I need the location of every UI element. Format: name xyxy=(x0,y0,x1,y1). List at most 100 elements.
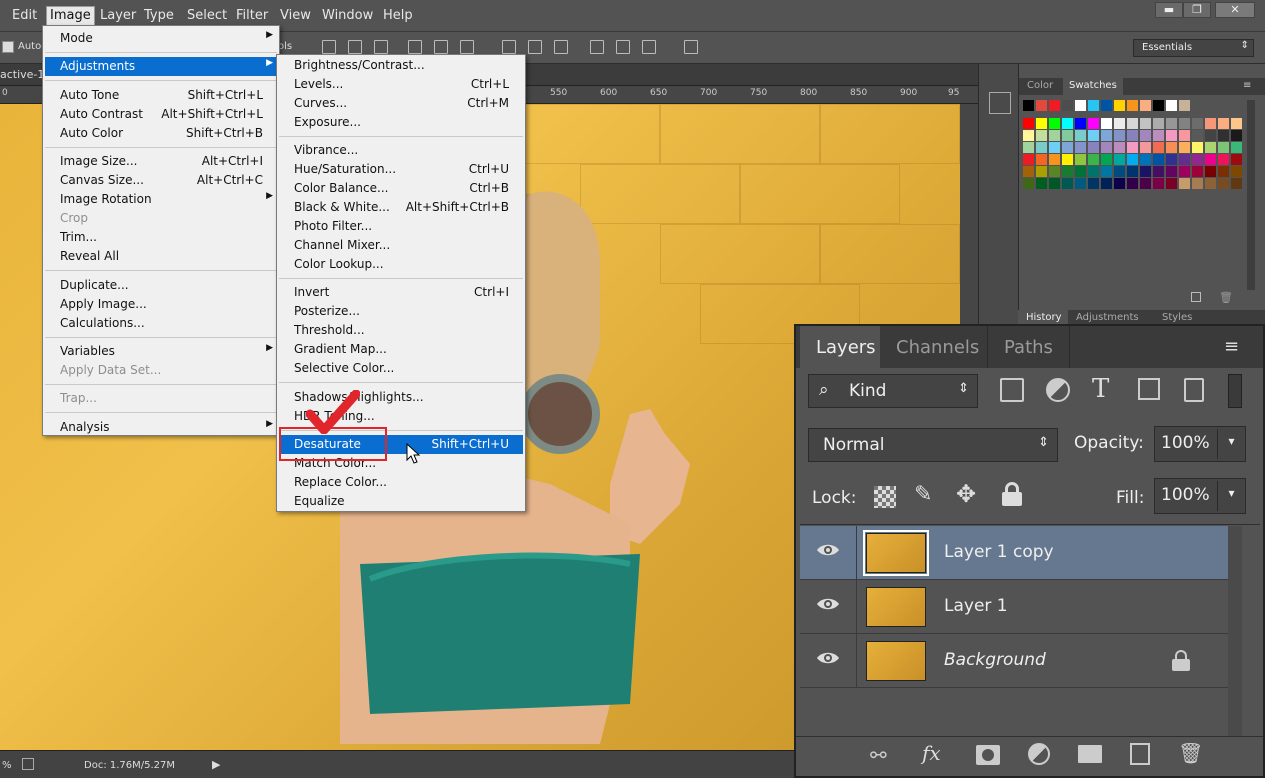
lock-all-icon[interactable] xyxy=(1002,482,1022,506)
swatch[interactable] xyxy=(1114,100,1125,111)
menu-item-threshold[interactable]: Threshold... xyxy=(279,321,523,340)
distribute-top-icon[interactable] xyxy=(502,40,516,54)
lock-transparent-icon[interactable] xyxy=(874,486,896,508)
new-swatch-icon[interactable] xyxy=(1191,292,1201,302)
tab-styles[interactable]: Styles xyxy=(1162,312,1192,323)
menu-item-reveal-all[interactable]: Reveal All xyxy=(45,247,277,266)
blend-mode-select[interactable]: Normal ⇕ xyxy=(808,428,1058,462)
swatch[interactable] xyxy=(1036,130,1047,141)
swatch[interactable] xyxy=(1023,166,1034,177)
swatch[interactable] xyxy=(1140,118,1151,129)
swatch[interactable] xyxy=(1049,118,1060,129)
new-group-folder-icon[interactable] xyxy=(1078,745,1102,763)
align-vcenter-icon[interactable] xyxy=(348,40,362,54)
menu-item-calculations[interactable]: Calculations... xyxy=(45,314,277,333)
swatch[interactable] xyxy=(1166,130,1177,141)
menu-item-levels[interactable]: Levels... Ctrl+L xyxy=(279,75,523,94)
swatch[interactable] xyxy=(1101,178,1112,189)
layer-row[interactable]: Background xyxy=(800,634,1228,688)
swatch[interactable] xyxy=(1179,178,1190,189)
swatch[interactable] xyxy=(1179,100,1190,111)
distribute-hcenter-icon[interactable] xyxy=(616,40,630,54)
swatch[interactable] xyxy=(1231,142,1242,153)
chevron-down-icon[interactable]: ▾ xyxy=(1217,481,1245,511)
opacity-field[interactable]: 100% ▾ xyxy=(1154,426,1246,462)
swatch[interactable] xyxy=(1205,118,1216,129)
swatch[interactable] xyxy=(1101,118,1112,129)
menu-item-channel-mixer[interactable]: Channel Mixer... xyxy=(279,236,523,255)
swatch[interactable] xyxy=(1075,178,1086,189)
tab-channels[interactable]: Channels xyxy=(882,326,988,368)
swatch[interactable] xyxy=(1179,154,1190,165)
swatch[interactable] xyxy=(1179,166,1190,177)
layers-scrollbar[interactable] xyxy=(1228,526,1242,736)
swatch[interactable] xyxy=(1127,118,1138,129)
swatch[interactable] xyxy=(1088,142,1099,153)
swatch[interactable] xyxy=(1205,154,1216,165)
swatch[interactable] xyxy=(1114,130,1125,141)
swatch[interactable] xyxy=(1036,118,1047,129)
layers-panel-menu-icon[interactable]: ≡ xyxy=(1224,336,1239,357)
swatch[interactable] xyxy=(1231,166,1242,177)
link-layers-icon[interactable]: ⚯ xyxy=(870,743,887,767)
layer-thumbnail[interactable] xyxy=(866,641,926,681)
swatch[interactable] xyxy=(1088,154,1099,165)
swatch[interactable] xyxy=(1153,178,1164,189)
swatch[interactable] xyxy=(1023,178,1034,189)
status-menu-arrow-icon[interactable]: ▶ xyxy=(212,758,220,771)
swatch[interactable] xyxy=(1023,100,1034,111)
menu-item-canvas-size[interactable]: Canvas Size... Alt+Ctrl+C xyxy=(45,171,277,190)
swatch[interactable] xyxy=(1114,178,1125,189)
swatch[interactable] xyxy=(1166,178,1177,189)
swatch[interactable] xyxy=(1101,142,1112,153)
close-button[interactable]: ✕ xyxy=(1215,2,1255,18)
new-adjustment-layer-icon[interactable] xyxy=(1028,743,1050,765)
swatch[interactable] xyxy=(1127,178,1138,189)
swatch[interactable] xyxy=(1101,154,1112,165)
layer-name[interactable]: Background xyxy=(944,650,1046,670)
swatch[interactable] xyxy=(1205,166,1216,177)
menu-item-curves[interactable]: Curves... Ctrl+M xyxy=(279,94,523,113)
menu-item-replace-color[interactable]: Replace Color... xyxy=(279,473,523,492)
visibility-eye-icon[interactable] xyxy=(816,542,840,561)
menu-item-image-rotation[interactable]: Image Rotation ▶ xyxy=(45,190,277,209)
swatch[interactable] xyxy=(1140,166,1151,177)
visibility-eye-icon[interactable] xyxy=(816,650,840,669)
swatch[interactable] xyxy=(1192,130,1203,141)
layer-name[interactable]: Layer 1 xyxy=(944,596,1008,616)
swatch[interactable] xyxy=(1088,166,1099,177)
menu-item-trim[interactable]: Trim... xyxy=(45,228,277,247)
menu-view[interactable]: View xyxy=(280,8,311,23)
swatch[interactable] xyxy=(1153,154,1164,165)
menu-item-black-white[interactable]: Black & White... Alt+Shift+Ctrl+B xyxy=(279,198,523,217)
distribute-left-icon[interactable] xyxy=(590,40,604,54)
trash-icon[interactable]: 🗑 xyxy=(1219,291,1233,304)
swatch[interactable] xyxy=(1101,130,1112,141)
swatch[interactable] xyxy=(1075,130,1086,141)
swatch[interactable] xyxy=(1218,142,1229,153)
swatch[interactable] xyxy=(1036,154,1047,165)
menu-item-color-balance[interactable]: Color Balance... Ctrl+B xyxy=(279,179,523,198)
menu-item-brightness-contrast[interactable]: Brightness/Contrast... xyxy=(279,56,523,75)
swatch[interactable] xyxy=(1218,178,1229,189)
swatch[interactable] xyxy=(1166,166,1177,177)
menu-item-hue-saturation[interactable]: Hue/Saturation... Ctrl+U xyxy=(279,160,523,179)
menu-type[interactable]: Type xyxy=(144,8,174,23)
menu-layer[interactable]: Layer xyxy=(100,8,136,23)
filter-shape-icon[interactable] xyxy=(1138,378,1160,400)
visibility-eye-icon[interactable] xyxy=(816,596,840,615)
swatch[interactable] xyxy=(1231,118,1242,129)
swatch[interactable] xyxy=(1127,166,1138,177)
swatch[interactable] xyxy=(1166,118,1177,129)
swatch[interactable] xyxy=(1140,178,1151,189)
fill-field[interactable]: 100% ▾ xyxy=(1154,478,1246,514)
menu-item-gradient-map[interactable]: Gradient Map... xyxy=(279,340,523,359)
menu-edit[interactable]: Edit xyxy=(12,8,37,23)
menu-item-color-lookup[interactable]: Color Lookup... xyxy=(279,255,523,274)
swatch[interactable] xyxy=(1192,178,1203,189)
swatch[interactable] xyxy=(1101,100,1112,111)
menu-item-variables[interactable]: Variables ▶ xyxy=(45,342,277,361)
swatch[interactable] xyxy=(1088,178,1099,189)
menu-item-photo-filter[interactable]: Photo Filter... xyxy=(279,217,523,236)
swatch[interactable] xyxy=(1179,130,1190,141)
